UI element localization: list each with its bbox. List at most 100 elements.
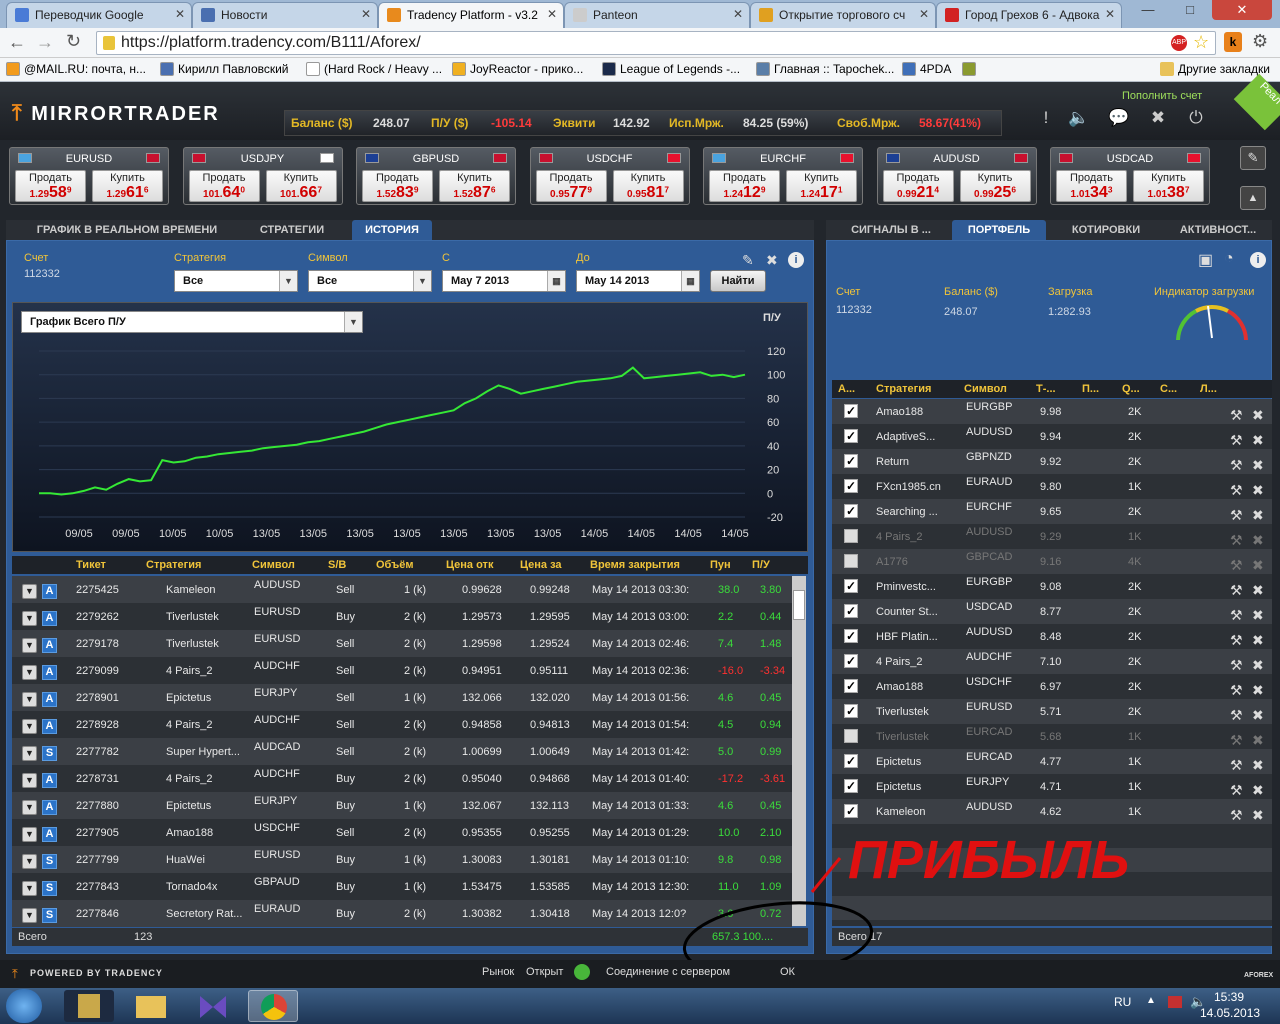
reload-icon[interactable]: ↻	[66, 31, 81, 52]
delete-icon[interactable]: ✖	[1252, 582, 1266, 599]
calendar-icon[interactable]: ▦	[681, 271, 699, 291]
expand-row-icon[interactable]: ▼	[22, 800, 37, 815]
col-close-price[interactable]: Цена за	[520, 559, 562, 571]
row-type-badge[interactable]: A	[42, 665, 57, 680]
wrench-icon[interactable]: ⚒	[1230, 557, 1245, 574]
row-type-badge[interactable]: A	[42, 584, 57, 599]
col-s[interactable]: С...	[1160, 383, 1177, 395]
buy-button[interactable]: Купить 1.29616	[92, 170, 163, 202]
table-row[interactable]: ▼ A 2277905 Amao188 USDCHF Sell 2 (k) 0.95355 0.…	[12, 819, 792, 846]
strategy-select[interactable]: Все ▼	[174, 270, 298, 292]
active-checkbox[interactable]: ✓	[844, 504, 858, 518]
sell-button[interactable]: Продать 1.24129	[709, 170, 780, 202]
pie-chart-icon[interactable]: ◔	[1224, 250, 1234, 268]
row-type-badge[interactable]: S	[42, 854, 57, 869]
wrench-icon[interactable]: ⚒	[1230, 782, 1245, 799]
col-strategy[interactable]: Стратегия	[876, 383, 931, 395]
star-icon[interactable]: ☆	[1193, 32, 1209, 53]
delete-icon[interactable]: ✖	[1252, 507, 1266, 524]
minimize-button[interactable]: —	[1128, 0, 1168, 20]
table-row[interactable]: ✓ FXcn1985.cn EURAUD 9.80 1K ⚒ ✖	[832, 474, 1272, 499]
table-row[interactable]: ▼ S 2277846 Secretory Rat... EURAUD Buy 2 (k) 1…	[12, 900, 792, 927]
wrench-icon[interactable]: ⚒	[1230, 582, 1245, 599]
active-checkbox[interactable]: ✓	[844, 754, 858, 768]
close-tab-icon[interactable]: ✕	[361, 7, 371, 21]
active-checkbox[interactable]	[844, 529, 858, 543]
row-type-badge[interactable]: A	[42, 692, 57, 707]
wrench-icon[interactable]: ⚒	[1230, 732, 1245, 749]
active-checkbox[interactable]: ✓	[844, 579, 858, 593]
bookmark-item[interactable]: @MAIL.RU: почта, н...	[6, 62, 146, 76]
col-q[interactable]: Q...	[1122, 383, 1140, 395]
table-row[interactable]: ✓ Pminvestc... EURGBP 9.08 2K ⚒ ✖	[832, 574, 1272, 599]
wrench-icon[interactable]: ⚒	[1230, 482, 1245, 499]
sound-icon[interactable]: 🔈	[1068, 108, 1089, 128]
sell-button[interactable]: Продать 0.99214	[882, 170, 954, 202]
buy-button[interactable]: Купить 1.01387	[1133, 170, 1204, 202]
active-checkbox[interactable]: ✓	[844, 479, 858, 493]
row-type-badge[interactable]: A	[42, 638, 57, 653]
active-checkbox[interactable]: ✓	[844, 704, 858, 718]
tray-flag-icon[interactable]	[1168, 996, 1182, 1008]
wrench-icon[interactable]: ⚒	[1230, 532, 1245, 549]
delete-icon[interactable]: ✖	[1252, 732, 1266, 749]
row-type-badge[interactable]: A	[42, 719, 57, 734]
address-bar[interactable]: https://platform.tradency.com/B111/Afore…	[96, 31, 1216, 55]
browser-tab[interactable]: Tradency Platform - v3.2 ✕	[378, 2, 564, 28]
close-tab-icon[interactable]: ✕	[547, 7, 557, 21]
active-checkbox[interactable]: ✓	[844, 679, 858, 693]
tab-activity[interactable]: АКТИВНОСТ...	[1166, 220, 1270, 240]
delete-icon[interactable]: ✖	[1252, 657, 1266, 674]
expand-row-icon[interactable]: ▼	[22, 827, 37, 842]
active-checkbox[interactable]: ✓	[844, 779, 858, 793]
media-taskbar-icon[interactable]	[188, 990, 238, 1022]
table-row[interactable]: ▼ S 2277799 HuaWei EURUSD Buy 1 (k) 1.30083 1.30…	[12, 846, 792, 873]
col-pl[interactable]: П/У	[752, 559, 770, 571]
scroll-thumb[interactable]	[793, 590, 805, 620]
table-row[interactable]: ✓ Epictetus EURJPY 4.71 1K ⚒ ✖	[832, 774, 1272, 799]
table-row[interactable]: Tiverlustek EURCAD 5.68 1K ⚒ ✖	[832, 724, 1272, 749]
maximize-button[interactable]: □	[1170, 0, 1210, 20]
tab-portfolio[interactable]: ПОРТФЕЛЬ	[952, 220, 1046, 240]
clock-time[interactable]: 15:39	[1214, 990, 1244, 1004]
delete-icon[interactable]: ✖	[1252, 782, 1266, 799]
delete-icon[interactable]: ✖	[1252, 607, 1266, 624]
table-row[interactable]: ▼ A 2275425 Kameleon AUDUSD Sell 1 (k) 0.99628 0…	[12, 576, 792, 603]
find-button[interactable]: Найти	[710, 270, 766, 292]
row-type-badge[interactable]: A	[42, 611, 57, 626]
col-symbol[interactable]: Символ	[252, 559, 295, 571]
col-ticket[interactable]: Тикет	[76, 559, 106, 571]
buy-button[interactable]: Купить 0.95817	[612, 170, 684, 202]
forward-icon[interactable]: →	[36, 32, 54, 53]
expand-row-icon[interactable]: ▼	[22, 908, 37, 923]
topup-link[interactable]: Пополнить счет	[1122, 90, 1202, 102]
col-symbol[interactable]: Символ	[964, 383, 1007, 395]
delete-icon[interactable]: ✖	[1252, 482, 1266, 499]
buy-button[interactable]: Купить 1.52876	[439, 170, 510, 202]
expand-row-icon[interactable]: ▼	[22, 719, 37, 734]
wrench-icon[interactable]: ⚒	[1230, 507, 1245, 524]
table-row[interactable]: ▼ S 2277782 Super Hypert... AUDCAD Sell 2 (k) 1…	[12, 738, 792, 765]
expand-row-icon[interactable]: ▼	[22, 611, 37, 626]
symbol-select[interactable]: Все ▼	[308, 270, 432, 292]
delete-icon[interactable]: ✖	[1252, 432, 1266, 449]
wrench-icon[interactable]: ⚒	[1230, 682, 1245, 699]
wrench-icon[interactable]: ⚒	[1230, 632, 1245, 649]
col-volume[interactable]: Объём	[376, 559, 413, 571]
bookmark-item[interactable]: League of Legends -...	[602, 62, 740, 76]
browser-tab[interactable]: Panteon ✕	[564, 2, 750, 28]
row-type-badge[interactable]: A	[42, 827, 57, 842]
sell-button[interactable]: Продать 1.01343	[1056, 170, 1127, 202]
row-type-badge[interactable]: A	[42, 773, 57, 788]
expand-row-icon[interactable]: ▼	[22, 584, 37, 599]
active-checkbox[interactable]	[844, 729, 858, 743]
adblock-icon[interactable]: ABP	[1171, 35, 1187, 51]
chrome-taskbar-icon[interactable]	[248, 990, 298, 1022]
active-checkbox[interactable]: ✓	[844, 404, 858, 418]
buy-button[interactable]: Купить 101.667	[265, 170, 337, 202]
expand-row-icon[interactable]: ▼	[22, 746, 37, 761]
table-row[interactable]: A1776 GBPCAD 9.16 4K ⚒ ✖	[832, 549, 1272, 574]
export-icon[interactable]: ✎	[742, 252, 754, 269]
other-bookmarks[interactable]: Другие закладки	[1160, 62, 1270, 76]
active-checkbox[interactable]: ✓	[844, 654, 858, 668]
